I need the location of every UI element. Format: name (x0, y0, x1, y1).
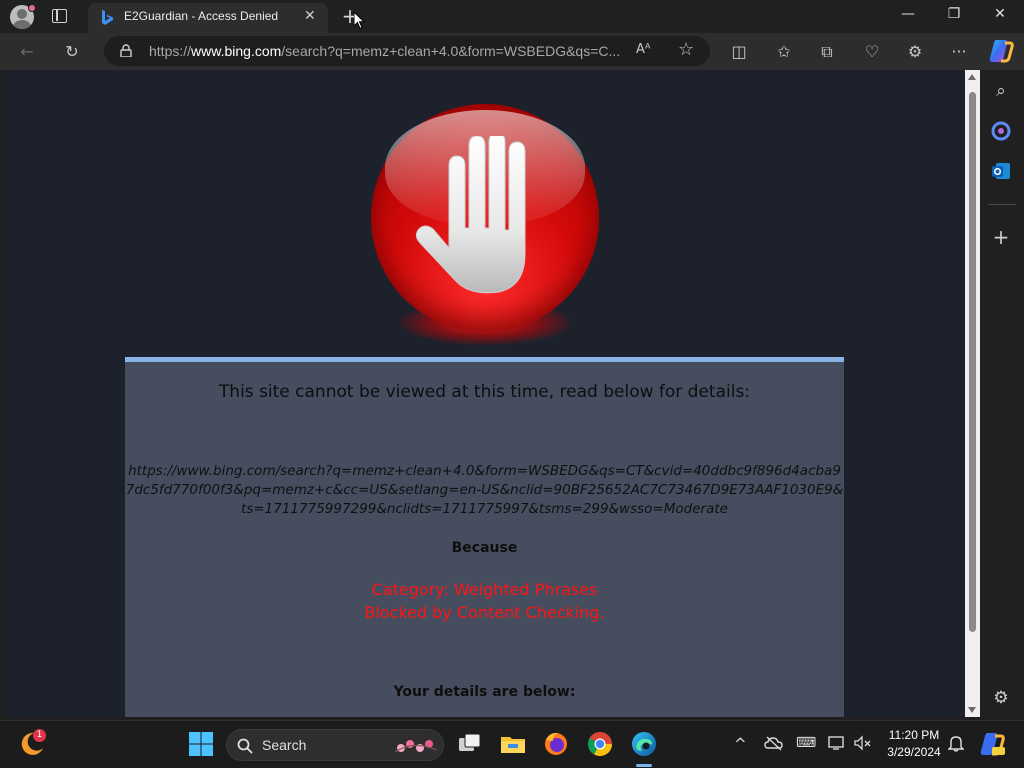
edge-active-indicator (636, 764, 652, 767)
search-label: Search (262, 737, 307, 753)
tab-close-icon[interactable]: ✕ (304, 8, 316, 24)
minimize-button[interactable]: — (898, 6, 918, 22)
scroll-thumb[interactable] (969, 92, 976, 632)
favorite-star-icon[interactable]: ☆ (678, 39, 694, 60)
clock-time: 11:20 PM (888, 728, 940, 742)
back-button[interactable]: ← (16, 41, 38, 63)
firefox-icon[interactable] (542, 730, 570, 758)
display-icon[interactable] (828, 735, 846, 751)
stop-hand-icon (415, 136, 526, 294)
blocked-url: https://www.bing.com/search?q=memz+clean… (125, 463, 844, 517)
chrome-icon[interactable] (586, 730, 614, 758)
sidebar-add-icon[interactable]: + (990, 226, 1012, 248)
bing-favicon-icon (102, 10, 113, 25)
weather-badge: 1 (33, 729, 46, 742)
taskbar-search-box[interactable]: Search (226, 729, 444, 761)
tab-actions-icon[interactable] (52, 9, 67, 23)
edge-sidebar: ⌕ + ⚙ (980, 70, 1024, 717)
notifications-bell-icon[interactable] (948, 734, 964, 752)
task-view-icon[interactable] (456, 730, 484, 758)
file-explorer-icon[interactable] (499, 730, 527, 758)
copilot-icon[interactable] (988, 39, 1014, 63)
because-label: Because (451, 540, 518, 556)
browser-essentials-icon[interactable]: ♡ (861, 41, 883, 63)
title-bar: E2Guardian - Access Denied ✕ + — ❐ ✕ (0, 0, 1024, 33)
system-clock[interactable]: 11:20 PM 3/29/2024 (880, 727, 948, 761)
lock-icon[interactable] (120, 44, 132, 57)
tab-title: E2Guardian - Access Denied (124, 9, 279, 23)
copilot-pre-icon[interactable] (980, 731, 1006, 757)
sidebar-outlook-icon[interactable] (990, 160, 1012, 182)
sidebar-search-icon[interactable]: ⌕ (990, 80, 1012, 102)
edge-icon[interactable] (630, 730, 658, 758)
browser-toolbar: ← ↻ https://www.bing.com/search?q=memz+c… (0, 33, 1024, 70)
split-screen-icon[interactable]: ◫ (728, 41, 750, 63)
windows-taskbar: 1 Search ^ ⌨ 11:20 PM 3/29/2024 (0, 720, 1024, 768)
block-reason: Category: Weighted Phrases Blocked by Co… (125, 578, 844, 624)
read-aloud-icon[interactable]: Aᴬ (636, 42, 651, 57)
refresh-button[interactable]: ↻ (61, 41, 83, 63)
start-button-icon[interactable] (187, 730, 215, 758)
keyboard-icon[interactable]: ⌨ (796, 735, 816, 751)
block-info-panel: This site cannot be viewed at this time,… (125, 357, 844, 717)
mouse-cursor-icon (354, 12, 366, 30)
details-label: Your details are below: (393, 684, 576, 700)
scroll-up-arrow-icon[interactable] (968, 74, 976, 80)
sidebar-divider (988, 204, 1016, 205)
clock-date: 3/29/2024 (887, 745, 941, 759)
sidebar-settings-icon[interactable]: ⚙ (990, 687, 1012, 709)
extensions-icon[interactable]: ⚙ (904, 41, 926, 63)
search-highlight-blossom-icon (394, 740, 438, 753)
address-bar[interactable]: https://www.bing.com/search?q=memz+clean… (104, 36, 710, 66)
onedrive-offline-icon[interactable] (764, 735, 784, 751)
close-window-button[interactable]: ✕ (990, 6, 1010, 22)
url-text[interactable]: https://www.bing.com/search?q=memz+clean… (149, 43, 620, 59)
page-title: This site cannot be viewed at this time,… (218, 382, 751, 402)
page-content: This site cannot be viewed at this time,… (5, 70, 965, 717)
reason-category: Category: Weighted Phrases (371, 580, 598, 599)
search-icon (237, 738, 253, 754)
show-hidden-icons-button[interactable]: ^ (734, 735, 747, 753)
tab-active[interactable]: E2Guardian - Access Denied ✕ (88, 3, 328, 33)
page-scrollbar[interactable] (965, 70, 980, 717)
scroll-down-arrow-icon[interactable] (968, 707, 976, 713)
restore-button[interactable]: ❐ (944, 6, 964, 22)
profile-notification-dot (28, 4, 36, 12)
volume-muted-icon[interactable] (854, 735, 872, 751)
collections-icon[interactable]: ⧉ (816, 41, 838, 63)
more-options-icon[interactable]: ··· (948, 41, 970, 63)
favorites-icon[interactable]: ✩ (773, 41, 795, 63)
reason-detail: Blocked by Content Checking. (364, 603, 605, 622)
sidebar-copilot-icon[interactable] (990, 120, 1012, 142)
